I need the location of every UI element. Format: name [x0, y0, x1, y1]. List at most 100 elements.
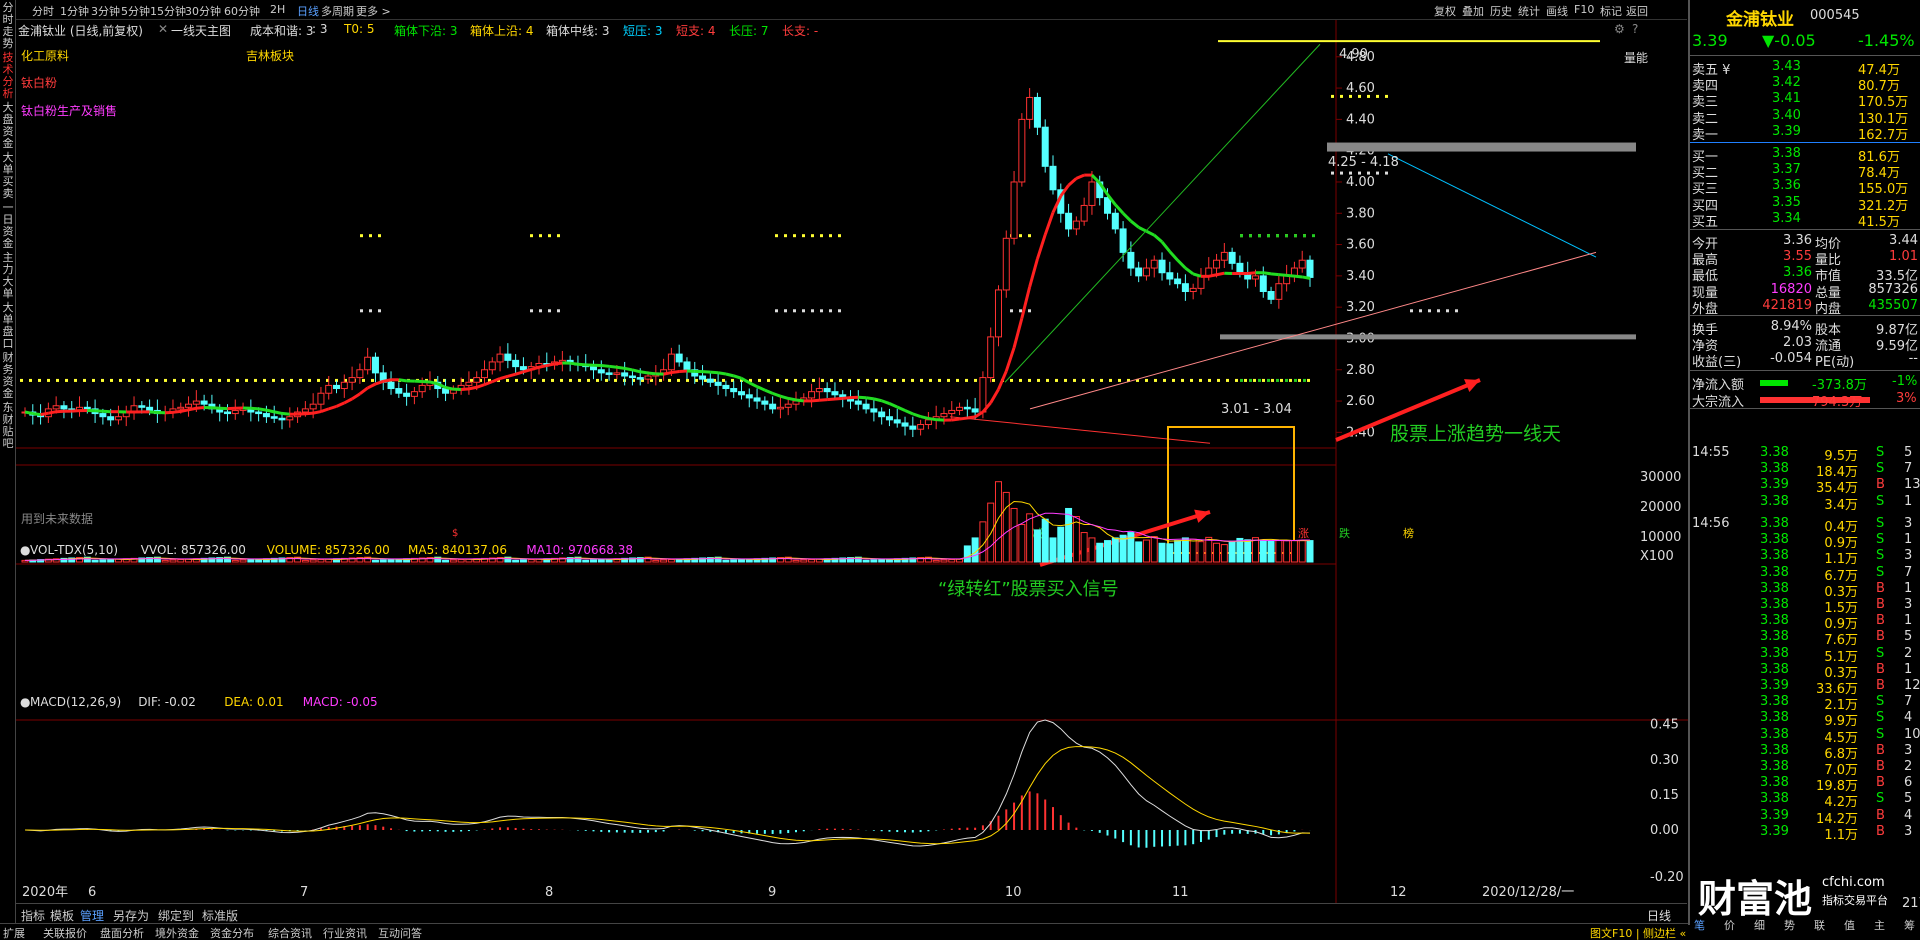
high-dotted-2-dot: [1331, 171, 1334, 175]
volume-bar: [1041, 518, 1049, 563]
box-upper-dotted-dot: [776, 378, 779, 382]
quote-tab-7[interactable]: 筹: [1904, 917, 1915, 933]
period-switch[interactable]: 日线: [1647, 907, 1671, 924]
bottom-tab-1[interactable]: 模板: [50, 907, 74, 924]
volume-bar: [1010, 507, 1018, 563]
watermark-logo: 财富池: [1698, 877, 1813, 921]
box-upper-dotted-dot: [560, 378, 563, 382]
box-upper-dotted-dot: [434, 378, 437, 382]
box-upper-dotted-dot: [1028, 378, 1031, 382]
tick-count: 1: [1904, 532, 1913, 548]
box-upper-dotted-dot: [29, 378, 32, 382]
ma-line-segment: [1184, 266, 1195, 276]
bottom-tab-2[interactable]: 管理: [80, 907, 104, 924]
box-upper-dotted-dot: [1235, 378, 1238, 382]
box-upper-dotted-dot: [20, 378, 23, 382]
volume-bar: [457, 559, 465, 563]
volume-bar: [1080, 532, 1088, 563]
ma-line-segment: [1012, 317, 1024, 349]
volume-bar: [1057, 526, 1065, 563]
quote-tab-4[interactable]: 联: [1814, 917, 1825, 933]
ma-line-segment: [273, 410, 283, 415]
high-dotted-2: [1331, 171, 1388, 175]
ma-line-segment: [483, 380, 493, 387]
upper-dotted-b-dot: [557, 234, 560, 238]
volume-bar: [963, 545, 971, 563]
bottom-tab-3[interactable]: 另存为: [113, 907, 149, 924]
stat-value: 3.36: [1783, 233, 1812, 248]
candle-body: [878, 411, 886, 418]
box-upper-dotted-dot: [1082, 378, 1085, 382]
mid-dotted-c-dot: [838, 309, 841, 313]
support-dotted-dot: [1276, 234, 1279, 238]
ma-line-segment: [196, 405, 205, 410]
status-tab-5[interactable]: 综合资讯: [268, 925, 312, 940]
status-tab-2[interactable]: 盘面分析: [100, 925, 144, 940]
status-tab-3[interactable]: 境外资金: [155, 925, 199, 940]
candle-body: [99, 413, 107, 418]
box-upper-dotted-dot: [1154, 378, 1157, 382]
side-panel-toggle[interactable]: 图文F10 | 侧边栏 «: [1590, 925, 1686, 940]
support-dotted-dot: [1267, 234, 1270, 238]
high-dotted-2-dot: [1340, 171, 1343, 175]
volume-bar: [1259, 540, 1267, 563]
bid-level-label: 买五: [1692, 214, 1719, 230]
box-upper-label: 4.25 - 4.18: [1328, 155, 1399, 170]
sector-jilin: 吉林板块: [246, 49, 294, 63]
stock-code: 000545: [1810, 8, 1860, 23]
volume-bar: [1189, 538, 1197, 563]
box-upper-dotted-dot: [1208, 378, 1211, 382]
tick-price: 3.38: [1760, 661, 1789, 677]
box-lower-dotted-dot: [1249, 378, 1252, 382]
ma-line-segment: [733, 374, 742, 380]
mid-dotted-c-dot: [811, 309, 814, 313]
candle-body: [278, 417, 286, 421]
status-tab-0[interactable]: 扩展: [3, 925, 25, 940]
box-upper-dotted-dot: [92, 378, 95, 382]
stat-value: -0.054: [1770, 351, 1812, 367]
ma-line-segment: [1301, 275, 1311, 280]
ma-line-segment: [616, 365, 625, 370]
tick-side: S: [1876, 791, 1885, 807]
bottom-tab-4[interactable]: 绑定到: [158, 907, 194, 924]
upper-dotted-b-dot: [530, 234, 533, 238]
quote-tab-6[interactable]: 主: [1874, 917, 1885, 933]
ma-line-segment: [787, 396, 797, 402]
candle-body: [994, 289, 1002, 338]
tick-side: S: [1876, 548, 1885, 564]
mid-dotted-a-dot: [369, 309, 372, 313]
ma-line-segment: [577, 362, 586, 367]
kline-chart[interactable]: 4.804.604.404.204.003.803.603.403.203.00…: [0, 0, 1688, 903]
volume-bar: [309, 559, 317, 563]
y-tick-label: 3.60: [1346, 238, 1375, 253]
status-tab-7[interactable]: 互动问答: [378, 925, 422, 940]
bottom-tab-5[interactable]: 标准版: [202, 907, 238, 924]
stat-label: 收益(三): [1692, 355, 1742, 371]
candle-body: [784, 403, 792, 408]
candle-body: [1220, 251, 1228, 261]
future-data-note: 用到未来数据: [21, 511, 93, 526]
mid-dotted-e: [1410, 309, 1458, 313]
tick-count: 2: [1904, 645, 1913, 661]
ma-line-segment: [461, 387, 470, 391]
status-tab-4[interactable]: 资金分布: [210, 925, 254, 940]
box-upper-dotted-dot: [866, 378, 869, 382]
volume-bar: [317, 559, 325, 563]
macd-axis-label: 0.00: [1650, 823, 1679, 838]
ma-line-segment: [967, 415, 976, 420]
volume-bar: [1306, 540, 1314, 563]
box-upper-dotted-dot: [299, 378, 302, 382]
box-upper-dotted-dot: [902, 378, 905, 382]
stat-value: 3.44: [1889, 233, 1918, 248]
quote-tab-5[interactable]: 值: [1844, 917, 1855, 933]
bottom-tab-0[interactable]: 指标: [21, 907, 45, 924]
candle-body: [909, 425, 917, 430]
status-tab-6[interactable]: 行业资讯: [323, 925, 367, 940]
box-upper-dotted-dot: [38, 378, 41, 382]
candle-body: [854, 400, 862, 405]
trend-line-cyan: [1387, 153, 1597, 258]
candle-body: [83, 406, 91, 410]
status-tab-1[interactable]: 关联报价: [43, 925, 87, 940]
tick-price: 3.38: [1760, 775, 1789, 791]
high-dotted-dot: [1358, 94, 1361, 98]
